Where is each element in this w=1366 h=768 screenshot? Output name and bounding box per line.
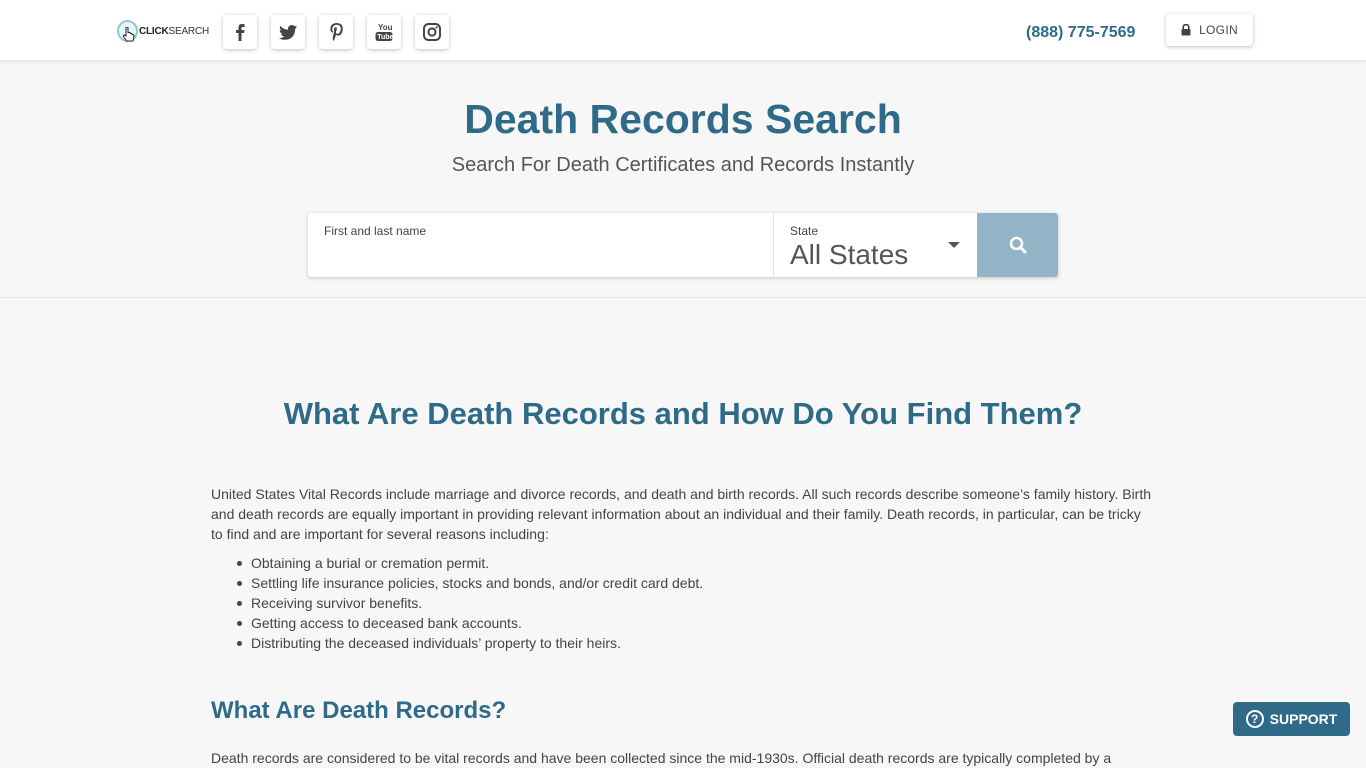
twitter-button[interactable] xyxy=(271,15,305,49)
instagram-button[interactable] xyxy=(415,15,449,49)
name-field-label: First and last name xyxy=(324,224,427,238)
page-title: Death Records Search xyxy=(464,96,902,142)
name-field[interactable]: First and last name xyxy=(308,213,774,277)
pinterest-button[interactable] xyxy=(319,15,353,49)
state-select[interactable]: State All States xyxy=(774,213,977,277)
pointer-hand-icon xyxy=(117,20,138,42)
reasons-list: Obtaining a burial or cremation permit. … xyxy=(237,553,1151,653)
list-item: Receiving survivor benefits. xyxy=(237,593,1151,613)
login-button[interactable]: LOGIN xyxy=(1166,14,1253,46)
state-selected-value: All States xyxy=(790,239,909,270)
youtube-button[interactable]: You Tube xyxy=(367,15,401,49)
instagram-icon xyxy=(423,23,441,41)
support-button[interactable]: ? SUPPORT xyxy=(1233,702,1350,736)
question-circle-icon: ? xyxy=(1245,710,1264,728)
support-label: SUPPORT xyxy=(1269,711,1338,727)
hero-section: Death Records Search Search For Death Ce… xyxy=(0,60,1366,298)
login-label: LOGIN xyxy=(1199,23,1238,37)
svg-text:Tube: Tube xyxy=(377,34,393,41)
list-item: Obtaining a burial or cremation permit. xyxy=(237,553,1151,573)
clicksearch-logo[interactable]: CLICKSEARCH xyxy=(117,15,209,47)
search-icon xyxy=(1009,236,1026,254)
intro-paragraph: United States Vital Records include marr… xyxy=(211,486,1152,542)
lock-icon xyxy=(1181,24,1191,36)
twitter-icon xyxy=(279,24,297,40)
logo-text: CLICKSEARCH xyxy=(138,25,209,37)
list-item: Getting access to deceased bank accounts… xyxy=(237,613,1151,633)
search-form: First and last name State All States xyxy=(308,213,1058,277)
youtube-icon: You Tube xyxy=(375,23,393,41)
name-input[interactable] xyxy=(322,241,762,271)
pinterest-icon xyxy=(329,23,343,41)
search-button[interactable] xyxy=(977,213,1058,277)
state-field-label: State xyxy=(790,224,819,238)
list-item: Settling life insurance policies, stocks… xyxy=(237,573,1151,593)
subsection-title: What Are Death Records? xyxy=(211,697,507,724)
list-item: Distributing the deceased individuals’ p… xyxy=(237,633,1151,653)
caret-down-icon xyxy=(948,242,960,248)
facebook-button[interactable] xyxy=(223,15,257,49)
death-records-paragraph: Death records are considered to be vital… xyxy=(211,750,1112,766)
section-title: What Are Death Records and How Do You Fi… xyxy=(283,396,1083,431)
page-subtitle: Search For Death Certificates and Record… xyxy=(451,154,915,176)
svg-text:You: You xyxy=(378,23,393,32)
facebook-icon xyxy=(236,24,245,41)
phone-number-link[interactable]: (888) 775-7569 xyxy=(1026,24,1135,42)
top-navbar: CLICKSEARCH You Tube (888) 775-7569 LOGI… xyxy=(0,0,1366,60)
